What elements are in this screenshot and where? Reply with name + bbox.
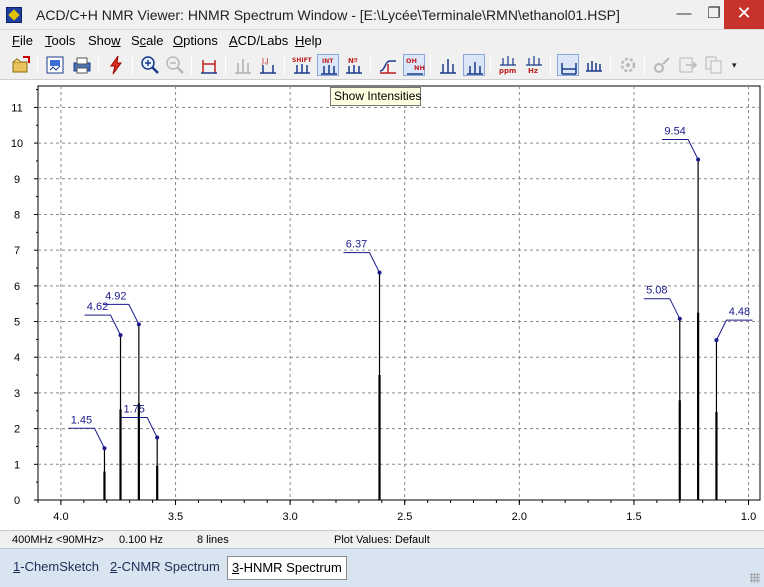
peak-label: 9.54 [664, 126, 685, 138]
peak-label: 4.62 [87, 301, 108, 313]
x-tick-label: 2.5 [397, 511, 412, 523]
tab-chemsketch[interactable]: 1-ChemSketch [9, 556, 103, 580]
tab-hnmr-spectrum[interactable]: 3-HNMR Spectrum [227, 556, 347, 580]
tab-cnmr-spectrum[interactable]: 2-CNMR Spectrum [106, 556, 224, 580]
svg-text:J,J: J,J [261, 57, 268, 65]
spectrum-plot[interactable]: 0 1 2 3 4 5 6 7 8 9 10 11 4.0 3.5 3.0 2.5 2.0 1.5 1.0 1.45 4… [0, 80, 764, 530]
close-button[interactable]: ✕ [724, 0, 764, 29]
svg-text:SHIFT: SHIFT [292, 57, 313, 64]
svg-text:Hz: Hz [528, 67, 538, 75]
title-bar: ACD/C+H NMR Viewer: HNMR Spectrum Window… [0, 0, 764, 30]
export-disabled-icon[interactable] [677, 54, 699, 76]
x-tick-label: 3.0 [282, 511, 297, 523]
hz-scale-icon[interactable]: Hz [523, 54, 545, 76]
minimize-button[interactable]: — [664, 0, 704, 29]
restore-button[interactable]: ❐ [704, 0, 724, 29]
open-icon[interactable] [10, 54, 32, 76]
svg-text:INT: INT [322, 58, 334, 65]
svg-text:ppm: ppm [499, 67, 516, 75]
tooltip: Show Intensities [330, 87, 421, 106]
peak-label: 1.75 [123, 404, 144, 416]
peak-label: 4.48 [729, 306, 750, 318]
x-tick-label: 2.0 [512, 511, 527, 523]
window-title: ACD/C+H NMR Viewer: HNMR Spectrum Window… [36, 7, 620, 23]
y-tick-label: 1 [14, 459, 20, 471]
peaks-overlay-icon[interactable] [463, 54, 485, 76]
toolbar-overflow-icon[interactable]: ▾ [732, 60, 737, 71]
y-tick-label: 10 [11, 138, 23, 150]
peak-label: 5.08 [646, 285, 667, 297]
y-tick-label: 5 [14, 317, 20, 329]
proton-count-icon[interactable]: Nº [343, 54, 365, 76]
menu-tools[interactable]: Tools [45, 33, 75, 48]
x-tick-label: 3.5 [168, 511, 183, 523]
copy-disabled-icon[interactable] [703, 54, 725, 76]
multiplet-disabled-icon[interactable] [232, 54, 254, 76]
status-plot-values: Plot Values: Default [334, 534, 430, 546]
y-tick-label: 2 [14, 424, 20, 436]
tools-disabled-icon[interactable] [651, 54, 673, 76]
status-resolution: 0.100 Hz [119, 534, 164, 546]
toolbar: J,J SHIFT INT Nº OH NH ppm Hz ▾ [0, 50, 764, 80]
document-tab-bar: 1-ChemSketch 2-CNMR Spectrum 3-HNMR Spec… [0, 548, 764, 587]
svg-text:Nº: Nº [348, 57, 358, 65]
status-frequency: 400MHz <90MHz> [12, 534, 104, 546]
integral-curve-icon[interactable] [377, 54, 399, 76]
save-image-icon[interactable] [44, 54, 66, 76]
x-tick-label: 4.0 [53, 511, 68, 523]
y-tick-label: 6 [14, 281, 20, 293]
status-lines: 8 lines [197, 534, 229, 546]
ppm-scale-icon[interactable]: ppm [497, 54, 519, 76]
resize-grip[interactable] [750, 573, 760, 583]
menu-show[interactable]: Show [88, 33, 121, 48]
menu-options[interactable]: Options [173, 33, 218, 48]
y-tick-label: 8 [14, 209, 20, 221]
x-tick-label: 1.0 [741, 511, 756, 523]
baseline-icon[interactable] [557, 54, 579, 76]
menu-file[interactable]: File [12, 33, 33, 48]
y-tick-label: 9 [14, 174, 20, 186]
x-tick-label: 1.5 [626, 511, 641, 523]
app-icon[interactable] [6, 7, 22, 23]
settings-disabled-icon[interactable] [617, 54, 639, 76]
y-tick-label: 4 [14, 352, 20, 364]
menu-help[interactable]: Help [295, 33, 322, 48]
y-tick-label: 3 [14, 388, 20, 400]
oh-nh-icon[interactable]: OH NH [403, 54, 425, 76]
show-intensities-icon[interactable]: INT [317, 54, 339, 76]
menu-acdlabs[interactable]: ACD/Labs [229, 33, 288, 48]
peak-label: 4.92 [105, 290, 126, 302]
peak-label: 6.37 [346, 239, 367, 251]
spectrum-icon[interactable] [583, 54, 605, 76]
coupling-constant-icon[interactable]: J,J [257, 54, 279, 76]
lightning-icon[interactable] [105, 54, 127, 76]
peak-labels-icon[interactable] [437, 54, 459, 76]
y-tick-label: 11 [11, 102, 22, 114]
svg-text:NH: NH [414, 64, 425, 72]
menu-bar: File Tools Show Scale Options ACD/Labs H… [0, 30, 764, 50]
status-bar: 400MHz <90MHz> 0.100 Hz 8 lines Plot Val… [0, 530, 764, 548]
spectrum-chart: 0 1 2 3 4 5 6 7 8 9 10 11 4.0 3.5 3.0 2.5 2.0 1.5 1.0 1.45 4… [11, 85, 761, 523]
zoom-in-icon[interactable] [139, 54, 161, 76]
y-tick-label: 0 [14, 495, 20, 507]
menu-scale[interactable]: Scale [131, 33, 164, 48]
zoom-out-icon[interactable] [164, 54, 186, 76]
y-tick-label: 7 [14, 245, 20, 257]
shift-icon[interactable]: SHIFT [291, 54, 313, 76]
print-icon[interactable] [71, 54, 93, 76]
peak-label: 1.45 [71, 414, 92, 426]
peak-width-icon[interactable] [198, 54, 220, 76]
